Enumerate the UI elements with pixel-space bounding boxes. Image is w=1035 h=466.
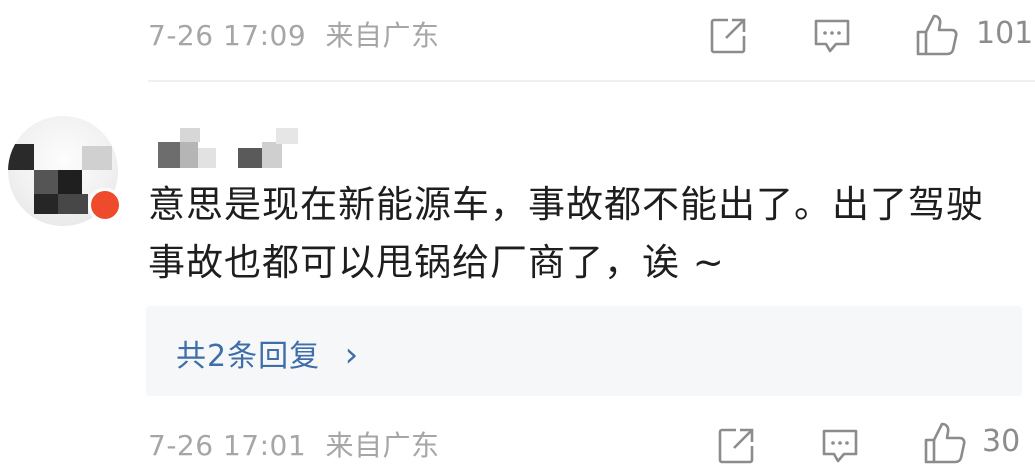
view-replies-button[interactable]: 共2条回复 › [146,306,1022,396]
share-icon[interactable] [708,16,748,56]
reply-icon[interactable] [812,16,852,56]
like-count: 101 [976,16,1034,51]
comment-meta: 7-26 17:01 来自广东 [148,424,440,464]
replies-count-text: 共2条回复 [176,339,321,374]
username-obscured[interactable] [158,128,308,170]
reply-icon[interactable] [820,426,860,466]
comment-timestamp: 7-26 17:09 [148,19,307,52]
share-icon[interactable] [716,426,756,466]
comment-meta: 7-26 17:09 来自广东 [148,14,440,54]
avatar-mosaic [8,144,34,170]
like-icon[interactable] [922,420,968,466]
avatar-mosaic [34,170,58,194]
comment-timestamp: 7-26 17:01 [148,429,307,462]
replies-label: 共2条回复 › [176,331,359,375]
avatar-mosaic [34,194,58,214]
avatar[interactable] [8,116,122,226]
avatar-mosaic [58,194,88,214]
like-count: 30 [982,424,1021,459]
chevron-right-icon: › [344,335,360,375]
avatar-mosaic [82,146,112,170]
avatar-mosaic [58,170,82,194]
comment-text: 意思是现在新能源车，事故都不能出了。出了驾驶事故也都可以甩锅给厂商了，诶 ~ [148,183,984,284]
divider [148,80,1035,82]
verified-badge-icon [88,188,122,222]
comment-location: 来自广东 [325,19,440,52]
like-icon[interactable] [914,12,960,58]
comment-location: 来自广东 [325,429,440,462]
